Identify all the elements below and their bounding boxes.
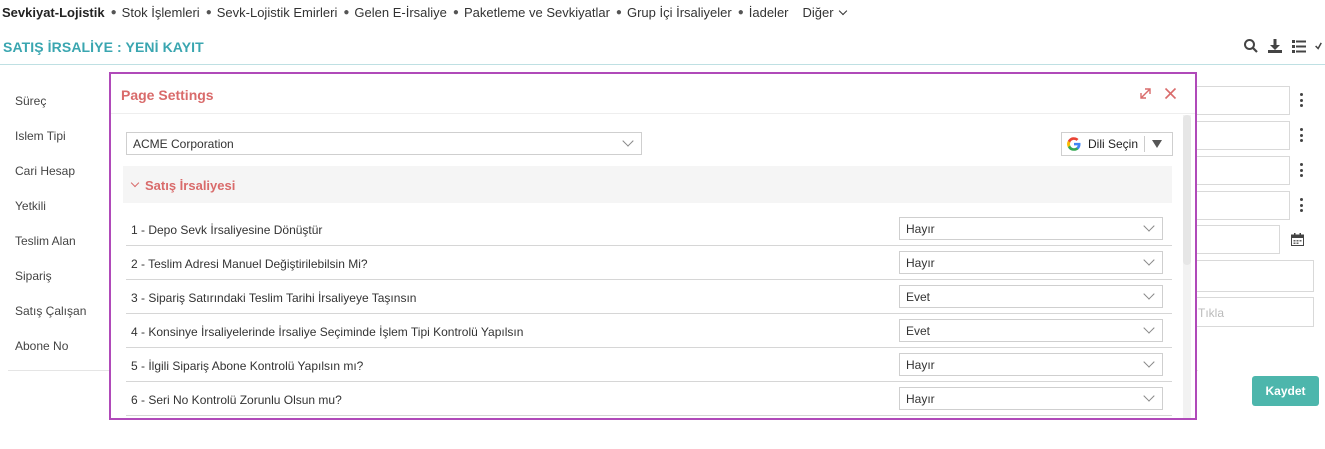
chevron-down-icon xyxy=(1143,322,1155,334)
modal-title: Page Settings xyxy=(121,87,214,103)
nav-item-gelen-e-irsaliye[interactable]: Gelen E-İrsaliye xyxy=(354,5,446,20)
chevron-down-icon xyxy=(1143,356,1155,368)
nav-bullet: ● xyxy=(110,6,117,18)
chevron-down-icon xyxy=(838,6,847,15)
nav-item-paketleme[interactable]: Paketleme ve Sevkiyatlar xyxy=(464,5,610,20)
setting-select[interactable]: Evet xyxy=(899,319,1163,342)
section-title: Satış İrsaliyesi xyxy=(145,178,236,193)
modal-body: ACME Corporation Dili Seçin Satış İrsali… xyxy=(111,115,1181,418)
surec-input[interactable] xyxy=(1190,86,1290,115)
check-icon[interactable] xyxy=(1315,38,1325,54)
search-icon[interactable] xyxy=(1243,38,1259,54)
save-button[interactable]: Kaydet xyxy=(1252,376,1319,406)
setting-label: 1 - Depo Sevk İrsaliyesine Dönüştür xyxy=(131,223,323,237)
page-title: SATIŞ İRSALİYE : YENİ KAYIT xyxy=(3,39,204,55)
nav-item-sevk-emirleri[interactable]: Sevk-Lojistik Emirleri xyxy=(217,5,338,20)
language-divider xyxy=(1144,136,1146,152)
form-label-cari-hesap: Cari Hesap xyxy=(15,164,76,178)
form-label-satis-calisan: Satış Çalışan xyxy=(15,304,87,318)
kebab-menu-icon[interactable] xyxy=(1296,93,1306,107)
setting-label: 2 - Teslim Adresi Manuel Değiştirilebils… xyxy=(131,257,368,271)
nav-bullet: ● xyxy=(737,6,744,18)
yetkili-input[interactable] xyxy=(1190,191,1290,220)
cari-hesap-input[interactable] xyxy=(1190,156,1290,185)
chevron-down-icon xyxy=(1143,254,1155,266)
setting-label: 3 - Sipariş Satırındaki Teslim Tarihi İr… xyxy=(131,291,417,305)
nav-more-dropdown[interactable]: Diğer xyxy=(802,4,847,20)
setting-value: Evet xyxy=(906,290,931,304)
nav-bullet: ● xyxy=(343,6,350,18)
nav-more-label: Diğer xyxy=(802,4,834,20)
date-input[interactable] xyxy=(1190,225,1280,254)
top-navigation: Sevkiyat-Lojistik ● Stok İşlemleri ● Sev… xyxy=(0,0,1325,24)
close-icon[interactable] xyxy=(1164,87,1177,100)
setting-row: 6 - Seri No Kontrolü Zorunlu Olsun mu? H… xyxy=(126,382,1172,416)
page-settings-modal: Page Settings ACME Corporation Dili Seçi… xyxy=(109,72,1197,420)
chevron-down-icon xyxy=(1143,288,1155,300)
setting-select[interactable]: Hayır xyxy=(899,217,1163,240)
settings-list: 1 - Depo Sevk İrsaliyesine Dönüştür Hayı… xyxy=(126,212,1172,416)
chevron-down-icon xyxy=(130,178,140,188)
setting-select[interactable]: Hayır xyxy=(899,387,1163,410)
form-label-yetkili: Yetkili xyxy=(15,199,46,213)
expand-icon[interactable] xyxy=(1139,87,1152,100)
nav-item-iadeler[interactable]: İadeler xyxy=(749,5,789,20)
header-toolbar xyxy=(1243,38,1325,54)
nav-item-grup-ici[interactable]: Grup İçi İrsaliyeler xyxy=(627,5,732,20)
caret-down-icon xyxy=(1152,140,1163,148)
header-divider xyxy=(0,64,1325,65)
download-icon[interactable] xyxy=(1267,38,1283,54)
setting-row: 3 - Sipariş Satırındaki Teslim Tarihi İr… xyxy=(126,280,1172,314)
islem-tipi-input[interactable] xyxy=(1190,121,1290,150)
modal-scrollbar[interactable] xyxy=(1183,115,1191,418)
form-label-islem-tipi: Islem Tipi xyxy=(15,129,66,143)
nav-bullet: ● xyxy=(205,6,212,18)
setting-value: Evet xyxy=(906,324,931,338)
setting-label: 6 - Seri No Kontrolü Zorunlu Olsun mu? xyxy=(131,393,342,407)
setting-select[interactable]: Hayır xyxy=(899,353,1163,376)
page-header: SATIŞ İRSALİYE : YENİ KAYIT xyxy=(0,34,1325,62)
setting-row: 4 - Konsinye İrsaliyelerinde İrsaliye Se… xyxy=(126,314,1172,348)
chevron-down-icon xyxy=(1143,220,1155,232)
setting-select[interactable]: Hayır xyxy=(899,251,1163,274)
kebab-menu-icon[interactable] xyxy=(1296,198,1306,212)
setting-label: 5 - İlgili Sipariş Abone Kontrolü Yapıls… xyxy=(131,359,364,373)
setting-row: 5 - İlgili Sipariş Abone Kontrolü Yapıls… xyxy=(126,348,1172,382)
form-label-surec: Süreç xyxy=(15,94,47,108)
company-select[interactable]: ACME Corporation xyxy=(126,132,642,155)
kebab-menu-icon[interactable] xyxy=(1296,163,1306,177)
upload-field[interactable]: Tıkla xyxy=(1190,297,1314,327)
setting-select[interactable]: Evet xyxy=(899,285,1163,308)
setting-value: Hayır xyxy=(906,392,935,406)
setting-row: 2 - Teslim Adresi Manuel Değiştirilebils… xyxy=(126,246,1172,280)
language-selector[interactable]: Dili Seçin xyxy=(1061,132,1173,156)
chevron-down-icon xyxy=(1143,390,1155,402)
modal-actions xyxy=(1139,87,1177,100)
nav-item-stok[interactable]: Stok İşlemleri xyxy=(122,5,200,20)
nav-brand[interactable]: Sevkiyat-Lojistik xyxy=(2,5,105,20)
list-icon[interactable] xyxy=(1291,38,1307,54)
setting-value: Hayır xyxy=(906,222,935,236)
language-label: Dili Seçin xyxy=(1088,137,1139,151)
form-label-siparis: Sipariş xyxy=(15,269,52,283)
setting-value: Hayır xyxy=(906,256,935,270)
setting-value: Hayır xyxy=(906,358,935,372)
chevron-down-icon xyxy=(622,135,634,147)
nav-bullet: ● xyxy=(615,6,622,18)
form-label-teslim-alan: Teslim Alan xyxy=(15,234,76,248)
nav-bullet: ● xyxy=(452,6,459,18)
scrollbar-thumb[interactable] xyxy=(1183,115,1191,265)
calendar-icon[interactable] xyxy=(1291,233,1304,246)
company-select-value: ACME Corporation xyxy=(133,137,234,151)
setting-row: 1 - Depo Sevk İrsaliyesine Dönüştür Hayı… xyxy=(126,212,1172,246)
setting-label: 4 - Konsinye İrsaliyelerinde İrsaliye Se… xyxy=(131,325,524,339)
form-label-abone-no: Abone No xyxy=(15,339,69,353)
textarea-field[interactable] xyxy=(1190,260,1314,292)
kebab-menu-icon[interactable] xyxy=(1296,128,1306,142)
modal-header: Page Settings xyxy=(111,74,1195,114)
section-header[interactable]: Satış İrsaliyesi xyxy=(123,166,1172,203)
google-icon xyxy=(1067,137,1081,151)
